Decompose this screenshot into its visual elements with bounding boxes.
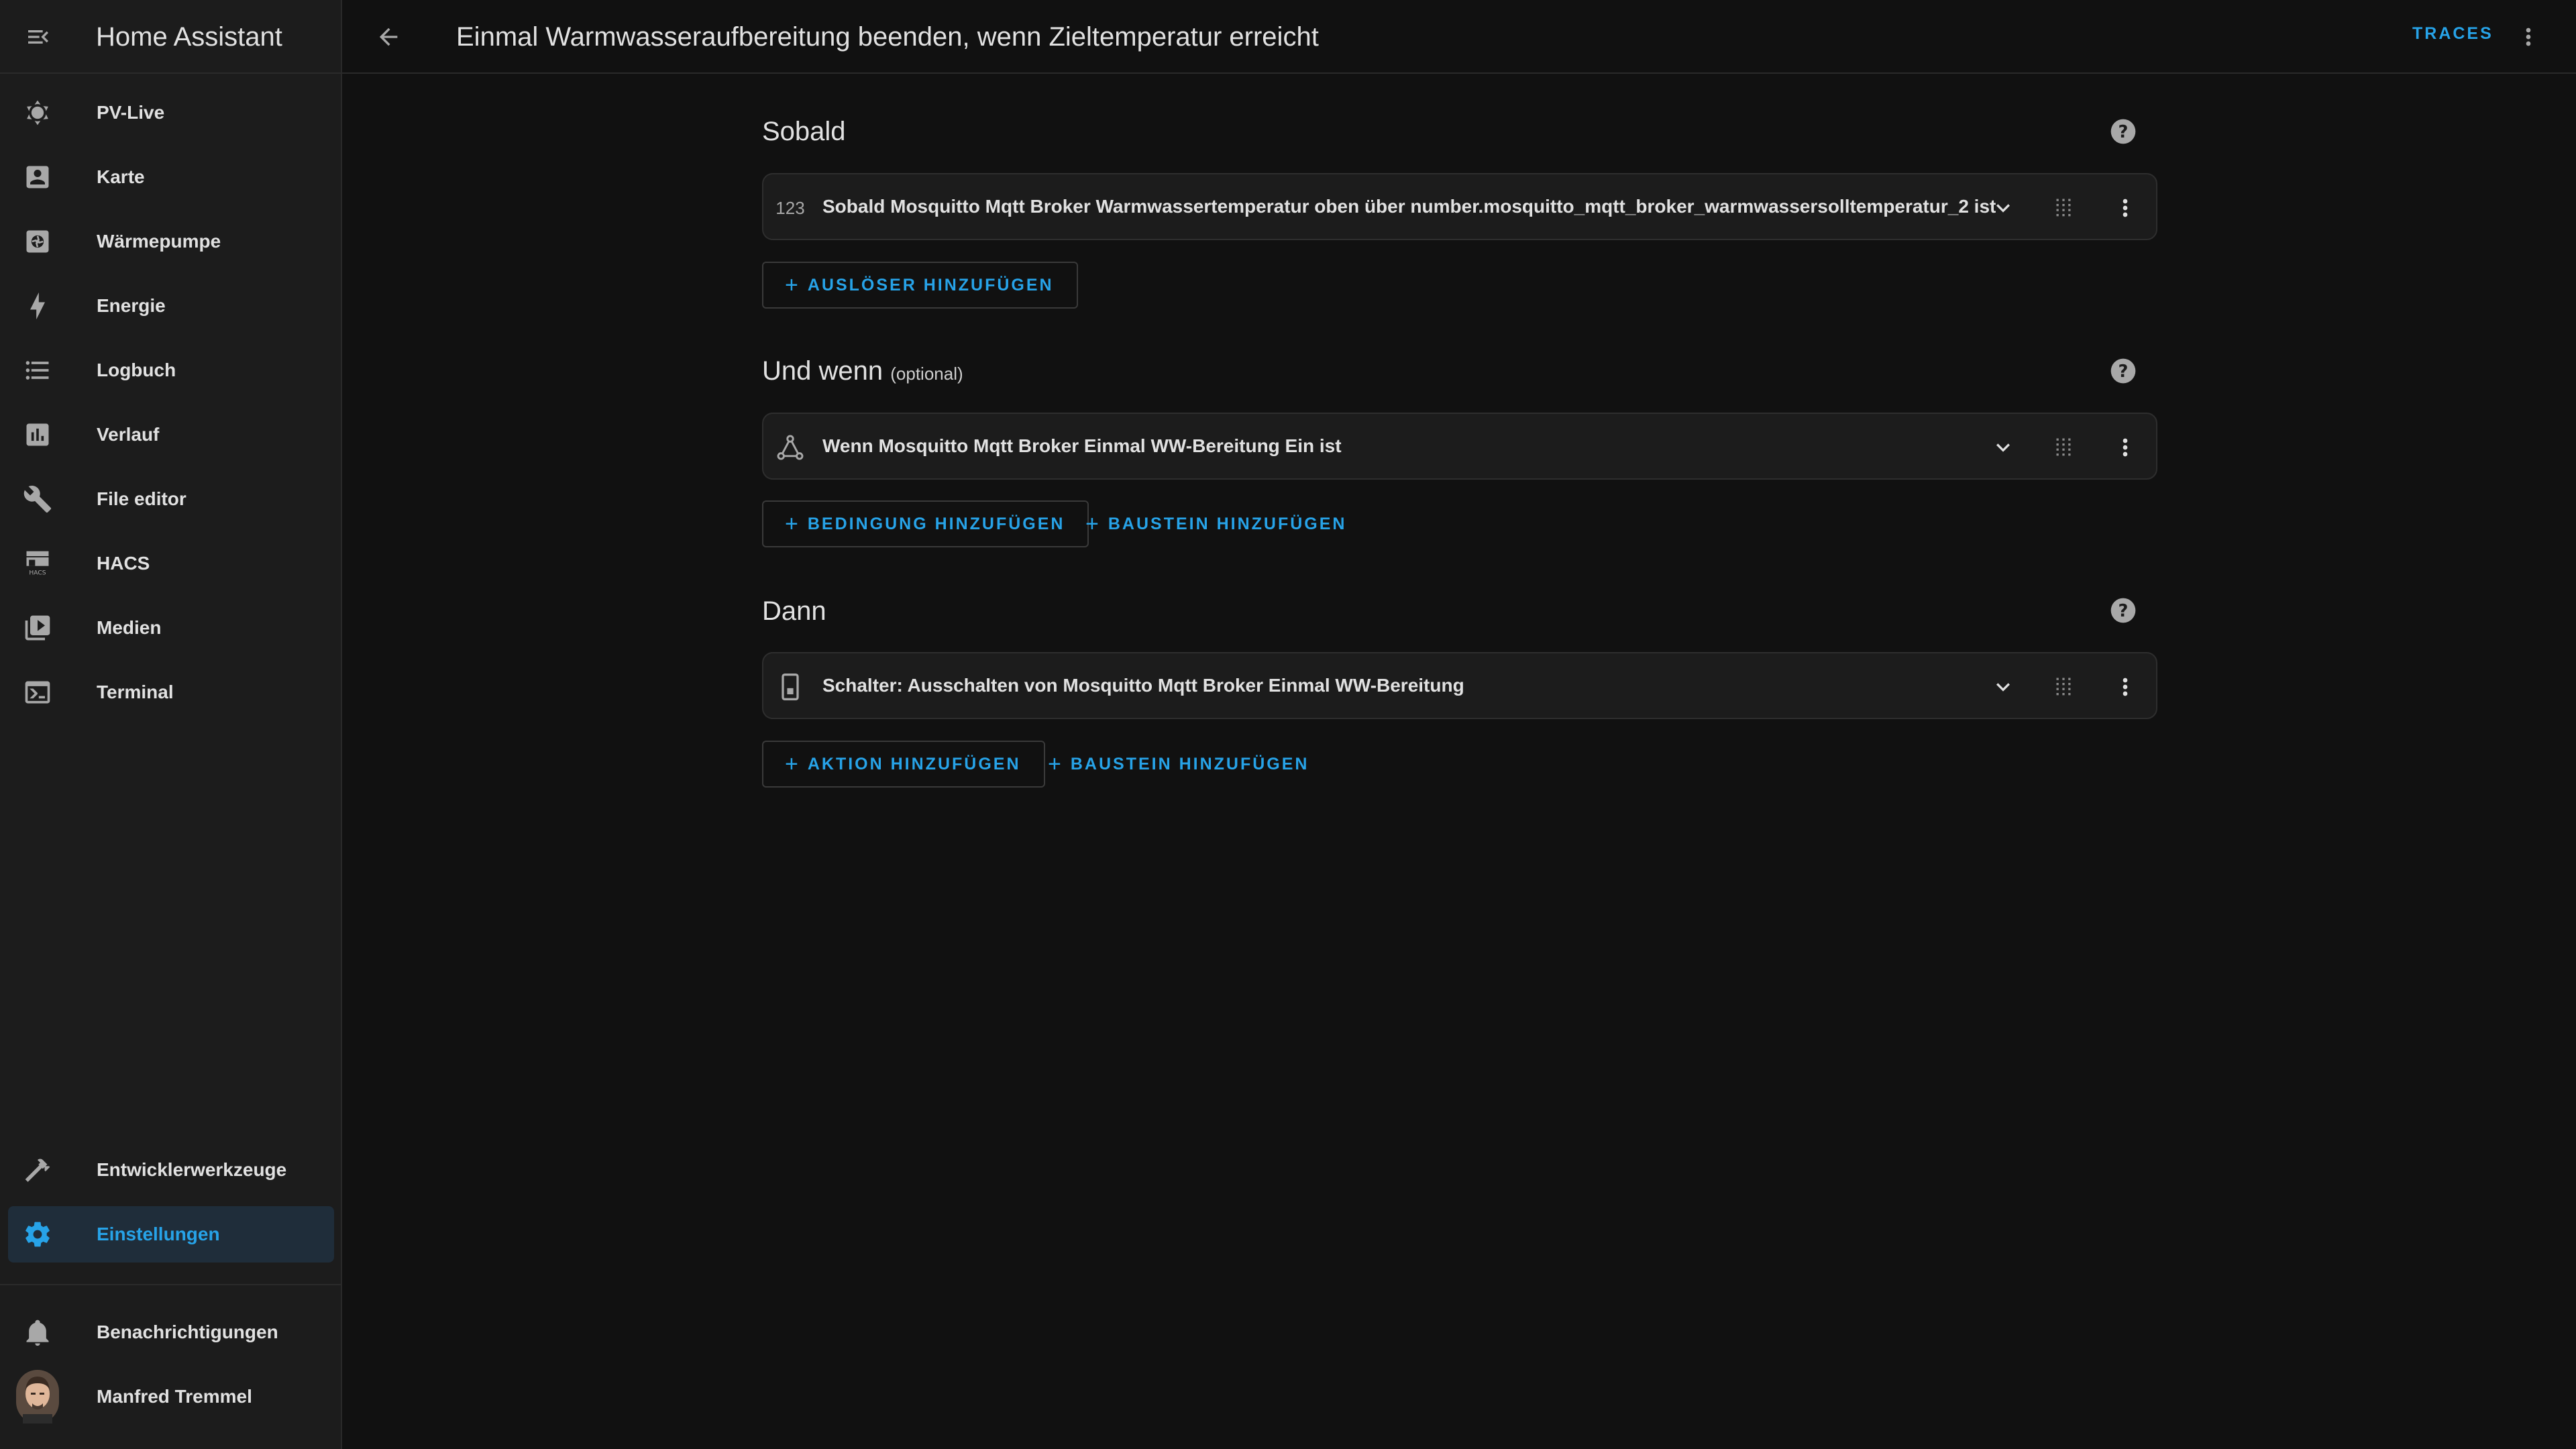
triggers-section-title: Sobald	[762, 117, 846, 146]
help-circle-icon[interactable]: ?	[2108, 117, 2138, 146]
sidebar-item-label: Einstellungen	[97, 1224, 220, 1244]
console-icon	[21, 676, 54, 708]
sidebar-item-hacs[interactable]: HACS HACS	[8, 535, 334, 592]
sidebar-item-entwicklerwerkzeuge[interactable]: Entwicklerwerkzeuge	[8, 1142, 334, 1198]
traces-button[interactable]: TRACES	[2412, 24, 2493, 44]
heat-pump-icon	[21, 225, 54, 258]
sidebar-item-label: Wärmepumpe	[97, 231, 221, 252]
sidebar-item-waermepumpe[interactable]: Wärmepumpe	[8, 213, 334, 270]
avatar	[16, 1370, 59, 1424]
chevron-down-icon[interactable]	[1987, 431, 2019, 464]
sidebar-item-terminal[interactable]: Terminal	[8, 664, 334, 720]
format-list-bulleted-icon	[21, 354, 54, 386]
chevron-down-icon[interactable]	[1987, 671, 2019, 703]
sidebar-item-label: Medien	[97, 617, 162, 638]
plus-icon: +	[785, 751, 798, 777]
sidebar-item-label: Entwicklerwerkzeuge	[97, 1159, 287, 1180]
add-trigger-label: AUSLÖSER HINZUFÜGEN	[807, 275, 1054, 294]
dots-vertical-icon[interactable]	[2109, 431, 2141, 464]
add-block-label: BAUSTEIN HINZUFÜGEN	[1108, 514, 1347, 533]
actions-section-title: Dann	[762, 596, 826, 626]
sidebar-divider	[0, 1284, 342, 1285]
svg-text:?: ?	[2118, 362, 2129, 382]
sidebar-item-einstellungen[interactable]: Einstellungen	[8, 1206, 334, 1263]
condition-description: Wenn Mosquitto Mqtt Broker Einmal WW-Ber…	[822, 435, 1342, 456]
chart-box-icon	[21, 419, 54, 451]
action-description: Schalter: Ausschalten von Mosquitto Mqtt…	[822, 675, 1464, 696]
add-trigger-button[interactable]: + AUSLÖSER HINZUFÜGEN	[762, 262, 1078, 309]
sidebar-item-karte[interactable]: Karte	[8, 149, 334, 205]
dots-vertical-icon[interactable]	[2109, 192, 2141, 224]
bell-icon	[21, 1316, 54, 1348]
add-block-label: BAUSTEIN HINZUFÜGEN	[1070, 754, 1309, 773]
add-action-label: AKTION HINZUFÜGEN	[807, 754, 1021, 773]
condition-card[interactable]: Wenn Mosquitto Mqtt Broker Einmal WW-Ber…	[762, 413, 2157, 480]
sidebar-item-label: PV-Live	[97, 102, 165, 123]
sidebar-header: Home Assistant	[0, 0, 341, 74]
trigger-card[interactable]: 123 Sobald Mosquitto Mqtt Broker Warmwas…	[762, 173, 2157, 240]
play-box-multiple-icon	[21, 612, 54, 644]
drag-handle-icon[interactable]	[2047, 671, 2080, 703]
sidebar-item-label: Terminal	[97, 682, 174, 702]
light-switch-icon	[774, 671, 806, 703]
add-condition-label: BEDINGUNG HINZUFÜGEN	[807, 514, 1065, 533]
weather-sunny-icon	[21, 97, 54, 129]
plus-icon: +	[785, 272, 798, 298]
chevron-down-icon[interactable]	[1987, 192, 2019, 224]
drag-handle-icon[interactable]	[2047, 192, 2080, 224]
plus-icon: +	[785, 511, 798, 537]
arrow-left-icon[interactable]	[372, 20, 405, 54]
sidebar-item-notifications[interactable]: Benachrichtigungen	[8, 1304, 334, 1360]
svg-text:HACS: HACS	[29, 570, 46, 577]
menu-open-icon[interactable]	[21, 20, 55, 54]
sidebar-item-verlauf[interactable]: Verlauf	[8, 407, 334, 463]
add-condition-button[interactable]: + BEDINGUNG HINZUFÜGEN	[762, 500, 1089, 547]
hacs-icon: HACS	[21, 547, 54, 580]
sidebar-item-user[interactable]: Manfred Tremmel	[8, 1368, 334, 1425]
conditions-section-title: Und wenn (optional)	[762, 353, 963, 392]
user-name: Manfred Tremmel	[97, 1386, 252, 1407]
sidebar-item-medien[interactable]: Medien	[8, 600, 334, 656]
sidebar-item-logbuch[interactable]: Logbuch	[8, 342, 334, 398]
sidebar-item-pv-live[interactable]: PV-Live	[8, 85, 334, 141]
wrench-icon	[21, 483, 54, 515]
numeric-icon: 123	[775, 197, 805, 218]
svg-text:?: ?	[2118, 601, 2129, 621]
sidebar-item-label: Logbuch	[97, 360, 176, 380]
account-box-icon	[21, 161, 54, 193]
action-card[interactable]: Schalter: Ausschalten von Mosquitto Mqtt…	[762, 652, 2157, 719]
hammer-icon	[21, 1154, 54, 1186]
svg-text:?: ?	[2118, 122, 2129, 142]
sidebar: Home Assistant PV-Live Karte Wärmepumpe …	[0, 0, 342, 1449]
cog-icon	[21, 1218, 54, 1250]
top-bar: Einmal Warmwasseraufbereitung beenden, w…	[342, 0, 2576, 74]
sidebar-item-label: File editor	[97, 488, 186, 509]
sidebar-item-label: Benachrichtigungen	[97, 1322, 278, 1342]
add-action-block-button[interactable]: + BAUSTEIN HINZUFÜGEN	[1048, 741, 1309, 788]
conditions-optional-label: (optional)	[890, 364, 963, 384]
conditions-title-text: Und wenn	[762, 356, 883, 386]
sidebar-item-label: Karte	[97, 166, 145, 187]
drag-handle-icon[interactable]	[2047, 431, 2080, 464]
add-action-button[interactable]: + AKTION HINZUFÜGEN	[762, 741, 1045, 788]
lightning-bolt-icon	[21, 290, 54, 322]
trigger-description: Sobald Mosquitto Mqtt Broker Warmwassert…	[822, 196, 1996, 217]
add-condition-block-button[interactable]: + BAUSTEIN HINZUFÜGEN	[1085, 500, 1346, 547]
sidebar-item-energie[interactable]: Energie	[8, 278, 334, 334]
app-title: Home Assistant	[96, 22, 282, 52]
plus-icon: +	[1048, 751, 1061, 777]
sidebar-item-label: HACS	[97, 553, 150, 574]
dots-vertical-icon[interactable]	[2513, 21, 2544, 52]
state-graph-icon	[774, 431, 806, 464]
sidebar-item-label: Energie	[97, 295, 166, 316]
help-circle-icon[interactable]: ?	[2108, 596, 2138, 625]
page-title: Einmal Warmwasseraufbereitung beenden, w…	[456, 22, 1319, 52]
dots-vertical-icon[interactable]	[2109, 671, 2141, 703]
help-circle-icon[interactable]: ?	[2108, 356, 2138, 386]
plus-icon: +	[1085, 511, 1099, 537]
sidebar-item-file-editor[interactable]: File editor	[8, 471, 334, 527]
sidebar-item-label: Verlauf	[97, 424, 160, 445]
